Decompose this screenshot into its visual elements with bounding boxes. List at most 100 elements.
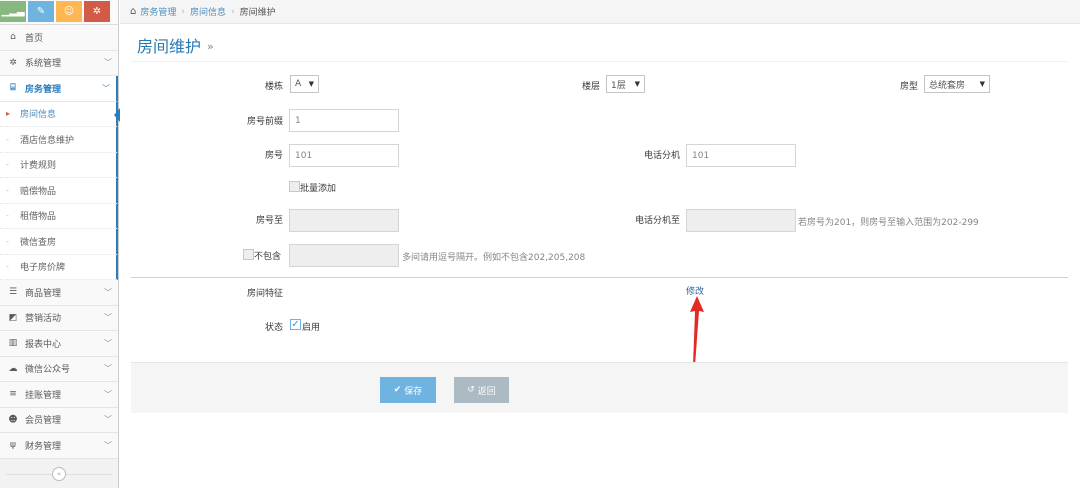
sidebar-item-label: 系统管理 bbox=[25, 59, 62, 70]
sidebar: ▁▂▃ ✎ ☺ ✲ ⌂ 首页 ✲ 系统管理 ﹀ ⌸ 房务管理 ﹀ ▸ 房间信息 … bbox=[0, 0, 120, 488]
sidebar-item-label: 财务管理 bbox=[25, 441, 62, 452]
room-number-to-input bbox=[289, 209, 399, 232]
gift-icon: ◩ bbox=[8, 312, 18, 323]
status-enabled-checkbox[interactable]: ✓ bbox=[290, 319, 301, 330]
sidebar-subitem-label: 酒店信息维护 bbox=[20, 135, 75, 146]
status-label: 状态 bbox=[264, 323, 283, 333]
breadcrumb-separator: › bbox=[181, 6, 185, 17]
list-icon: ≡ bbox=[9, 389, 17, 400]
database-icon: ☰ bbox=[8, 287, 18, 298]
chevron-down-icon: ﹀ bbox=[104, 415, 112, 425]
room-prefix-label: 房号前缀 bbox=[246, 117, 283, 127]
sidebar-subitem-label: 房间信息 bbox=[20, 110, 57, 121]
sidebar-item-label: 首页 bbox=[25, 33, 44, 44]
home-icon[interactable]: ⌂ bbox=[130, 6, 136, 17]
pencil-icon[interactable]: ✎ bbox=[28, 1, 54, 22]
sidebar-subitem-wechat-check[interactable]: - 微信查房 bbox=[0, 229, 118, 255]
breadcrumb-current: 房间维护 bbox=[239, 8, 276, 18]
annotation-arrow-icon bbox=[690, 296, 704, 366]
sidebar-collapse[interactable]: « bbox=[0, 459, 118, 488]
sidebar-item-label: 报表中心 bbox=[25, 339, 62, 350]
batch-add-checkbox[interactable] bbox=[289, 181, 300, 192]
caret-down-icon: ▼ bbox=[634, 80, 640, 88]
status-enabled-label: 启用 bbox=[302, 323, 321, 333]
sidebar-subitem-price-board[interactable]: - 电子房价牌 bbox=[0, 254, 118, 280]
floor-select[interactable]: 1层 ▼ bbox=[606, 75, 645, 93]
double-left-icon[interactable]: « bbox=[52, 466, 66, 481]
sidebar-item-label: 会员管理 bbox=[25, 416, 62, 427]
cogs-icon[interactable]: ✲ bbox=[84, 1, 110, 22]
sidebar-item-home[interactable]: ⌂ 首页 bbox=[0, 25, 118, 51]
sidebar-item-wechat[interactable]: ☁ 微信公众号 ﹀ bbox=[0, 356, 118, 382]
phone-extension-to-label: 电话分机至 bbox=[634, 216, 680, 226]
building-label: 楼栋 bbox=[264, 82, 283, 92]
page-title: 房间维护 bbox=[137, 36, 202, 56]
exclude-label: 不包含 bbox=[254, 252, 282, 262]
chevron-down-icon: ﹀ bbox=[104, 58, 112, 68]
exclude-checkbox[interactable] bbox=[243, 249, 254, 260]
caret-right-icon: ▸ bbox=[6, 109, 11, 119]
sidebar-item-label: 房务管理 bbox=[25, 84, 62, 95]
caret-down-icon: ▼ bbox=[979, 80, 985, 88]
breadcrumb-separator: › bbox=[231, 6, 235, 17]
phone-extension-label: 电话分机 bbox=[643, 151, 680, 161]
back-button[interactable]: ↺ 返回 bbox=[454, 377, 509, 403]
phone-extension-to-input bbox=[686, 209, 796, 232]
sidebar-subitem-room-info[interactable]: ▸ 房间信息 bbox=[0, 101, 120, 127]
group-icon: ☻ bbox=[8, 414, 18, 425]
form-actions: ✔ 保存 ↺ 返回 bbox=[131, 362, 1068, 413]
phone-extension-input[interactable]: 101 bbox=[686, 144, 796, 167]
sidebar-subitem-label: 电子房价牌 bbox=[20, 263, 66, 274]
sidebar-item-credit[interactable]: ≡ 挂账管理 ﹀ bbox=[0, 382, 118, 408]
save-button[interactable]: ✔ 保存 bbox=[380, 377, 436, 403]
room-number-input[interactable]: 101 bbox=[289, 144, 399, 167]
room-type-select[interactable]: 总统套房 ▼ bbox=[924, 75, 990, 93]
room-type-label: 房型 bbox=[899, 82, 918, 92]
bank-icon: ⌸ bbox=[10, 83, 16, 94]
breadcrumb: ⌂ 房务管理 › 房间信息 › 房间维护 bbox=[120, 0, 1080, 24]
chevron-down-icon: ﹀ bbox=[104, 287, 112, 297]
sidebar-item-goods[interactable]: ☰ 商品管理 ﹀ bbox=[0, 280, 118, 306]
section-divider bbox=[131, 277, 1068, 278]
chevron-down-icon: ﹀ bbox=[104, 389, 112, 399]
sidebar-item-system[interactable]: ✲ 系统管理 ﹀ bbox=[0, 50, 118, 76]
breadcrumb-link[interactable]: 房务管理 bbox=[140, 5, 176, 18]
sidebar-item-reports[interactable]: ▥ 报表中心 ﹀ bbox=[0, 331, 118, 357]
shortcut-bar: ▁▂▃ ✎ ☺ ✲ bbox=[0, 0, 118, 25]
chevron-down-icon: ﹀ bbox=[104, 338, 112, 348]
gear-icon: ✲ bbox=[9, 57, 17, 68]
floor-label: 楼层 bbox=[581, 82, 600, 92]
caret-down-icon: ▼ bbox=[308, 80, 314, 88]
chevron-down-icon: ﹀ bbox=[104, 440, 112, 450]
sidebar-subitem-compensation[interactable]: - 赔偿物品 bbox=[0, 178, 118, 204]
home-icon: ⌂ bbox=[10, 32, 16, 43]
sidebar-subitem-label: 赔偿物品 bbox=[20, 186, 57, 197]
chevron-down-icon: ﹀ bbox=[104, 313, 112, 323]
sidebar-subitem-billing-rules[interactable]: - 计费规则 bbox=[0, 152, 118, 178]
cutlery-icon: ψ bbox=[10, 440, 16, 451]
sidebar-item-finance[interactable]: ψ 财务管理 ﹀ bbox=[0, 433, 118, 459]
sidebar-item-label: 商品管理 bbox=[25, 288, 62, 299]
room-prefix-input[interactable]: 1 bbox=[289, 109, 399, 132]
sidebar-item-marketing[interactable]: ◩ 营销活动 ﹀ bbox=[0, 305, 118, 331]
breadcrumb-link[interactable]: 房间信息 bbox=[190, 5, 226, 18]
room-number-to-label: 房号至 bbox=[255, 216, 283, 226]
sidebar-subitem-label: 计费规则 bbox=[20, 161, 57, 172]
sidebar-item-room-management[interactable]: ⌸ 房务管理 ﹀ bbox=[0, 76, 118, 102]
undo-icon: ↺ bbox=[467, 385, 475, 395]
active-pointer-icon bbox=[114, 107, 120, 122]
exclude-hint: 多间请用逗号隔开。例如不包含202,205,208 bbox=[402, 253, 586, 263]
bar-chart-icon: ▥ bbox=[8, 338, 18, 349]
sidebar-subitem-label: 租借物品 bbox=[20, 212, 57, 223]
signal-icon[interactable]: ▁▂▃ bbox=[0, 1, 26, 22]
sidebar-item-label: 营销活动 bbox=[25, 314, 62, 325]
sidebar-subitem-rental[interactable]: - 租借物品 bbox=[0, 203, 118, 229]
cloud-icon: ☁ bbox=[8, 363, 18, 374]
sidebar-item-label: 挂账管理 bbox=[25, 390, 62, 401]
sidebar-subitem-hotel-info[interactable]: - 酒店信息维护 bbox=[0, 127, 118, 153]
phone-extension-to-hint: 若房号为201，则房号至输入范围为202-299 bbox=[798, 218, 979, 228]
users-icon[interactable]: ☺ bbox=[56, 1, 82, 22]
exclude-input bbox=[289, 244, 399, 267]
sidebar-item-members[interactable]: ☻ 会员管理 ﹀ bbox=[0, 407, 118, 433]
building-select[interactable]: A ▼ bbox=[290, 75, 319, 93]
